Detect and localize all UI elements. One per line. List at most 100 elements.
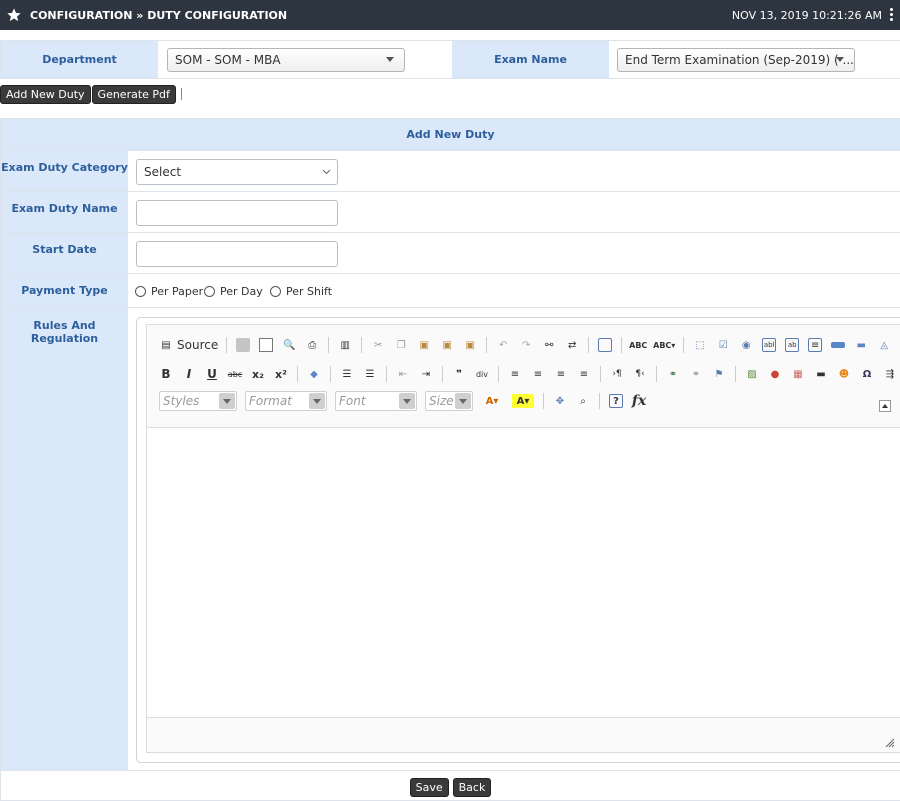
bulleted-list-icon[interactable]: ☰ bbox=[363, 367, 377, 381]
resize-handle-icon[interactable] bbox=[885, 738, 895, 748]
link-icon[interactable]: ⚭ bbox=[666, 367, 680, 381]
size-combo[interactable]: Size bbox=[425, 391, 473, 411]
paste-icon[interactable]: ▣ bbox=[417, 338, 431, 352]
italic-icon[interactable]: I bbox=[182, 367, 196, 381]
ltr-icon[interactable]: ›¶ bbox=[610, 367, 624, 381]
special-char-icon[interactable]: Ω bbox=[860, 367, 874, 381]
radio-icon[interactable]: ◉ bbox=[739, 338, 753, 352]
table-icon[interactable]: ▦ bbox=[791, 367, 805, 381]
image-button-icon[interactable]: ▬ bbox=[854, 338, 868, 352]
font-combo[interactable]: Font bbox=[335, 391, 417, 411]
rtl-icon[interactable]: ¶‹ bbox=[633, 367, 647, 381]
flash-icon[interactable]: ● bbox=[768, 367, 782, 381]
help-icon[interactable]: ? bbox=[609, 394, 623, 408]
chevron-down-icon bbox=[399, 393, 415, 409]
add-new-duty-button[interactable]: Add New Duty bbox=[0, 84, 91, 104]
star-icon[interactable] bbox=[6, 7, 22, 23]
back-button[interactable]: Back bbox=[452, 777, 492, 797]
horizontal-line-icon[interactable]: ▬ bbox=[814, 367, 828, 381]
duty-name-input[interactable] bbox=[136, 200, 338, 226]
radio-per-day[interactable]: Per Day bbox=[204, 285, 263, 298]
maximize-icon[interactable]: ✥ bbox=[553, 394, 567, 408]
toolbar-separator bbox=[621, 337, 623, 353]
remove-format-icon[interactable]: ◆ bbox=[307, 367, 321, 381]
new-page-icon[interactable] bbox=[259, 338, 274, 352]
create-div-icon[interactable]: div bbox=[475, 367, 489, 381]
toolbar-separator bbox=[361, 337, 363, 353]
numbered-list-icon[interactable]: ☰ bbox=[340, 367, 354, 381]
print-icon[interactable]: ⎙ bbox=[305, 338, 319, 352]
superscript-icon[interactable]: x² bbox=[274, 367, 288, 381]
redo-icon[interactable]: ↷ bbox=[519, 338, 533, 352]
justify-icon[interactable]: ≡ bbox=[577, 367, 591, 381]
blockquote-icon[interactable]: ❞ bbox=[452, 367, 466, 381]
radio-per-paper[interactable]: Per Paper bbox=[135, 285, 203, 298]
outdent-icon[interactable]: ⇤ bbox=[396, 367, 410, 381]
unlink-icon[interactable]: ⚭ bbox=[689, 367, 703, 381]
preview-icon[interactable]: 🔍 bbox=[282, 338, 296, 352]
chevron-down-icon bbox=[322, 169, 331, 175]
paste-word-icon[interactable]: ▣ bbox=[463, 338, 477, 352]
align-center-icon[interactable]: ≡ bbox=[531, 367, 545, 381]
save-icon[interactable] bbox=[236, 338, 251, 352]
hidden-field-icon[interactable]: ◬ bbox=[877, 338, 891, 352]
cut-icon[interactable]: ✂ bbox=[371, 338, 385, 352]
source-icon[interactable]: ▤ bbox=[159, 338, 173, 352]
start-date-input[interactable] bbox=[136, 241, 338, 267]
strikethrough-icon[interactable]: abc bbox=[228, 367, 242, 381]
category-select[interactable]: Select bbox=[136, 159, 338, 185]
background-color-icon[interactable]: A▾ bbox=[512, 394, 534, 408]
indent-icon[interactable]: ⇥ bbox=[419, 367, 433, 381]
toolbar-separator bbox=[328, 337, 330, 353]
replace-icon[interactable]: ⇄ bbox=[565, 338, 579, 352]
button-icon[interactable] bbox=[831, 342, 846, 348]
format-placeholder: Format bbox=[249, 394, 292, 408]
editor-content-area[interactable] bbox=[147, 427, 900, 718]
show-blocks-icon[interactable]: ⌕ bbox=[576, 394, 590, 408]
textarea-icon[interactable]: ab bbox=[785, 338, 800, 352]
align-right-icon[interactable]: ≡ bbox=[554, 367, 568, 381]
smiley-icon[interactable]: ☻ bbox=[837, 367, 851, 381]
collapse-toolbar-button[interactable] bbox=[879, 400, 891, 412]
radio-button[interactable] bbox=[135, 286, 146, 297]
text-color-icon[interactable]: A▾ bbox=[481, 394, 503, 408]
formula-icon[interactable]: fx bbox=[632, 393, 646, 409]
subscript-icon[interactable]: x₂ bbox=[251, 367, 265, 381]
spellcheck-icon[interactable]: ABC bbox=[629, 338, 647, 352]
underline-icon[interactable]: U bbox=[205, 367, 219, 381]
form-footer: Save Back bbox=[1, 773, 900, 801]
editor-toolbar-row-1: ▤ Source 🔍 ⎙ ▥ ✂ ❐ ▣ ▣ ▣ ↶ ↷ ⚯ ⇄ ABC ABC… bbox=[159, 335, 900, 355]
templates-icon[interactable]: ▥ bbox=[338, 338, 352, 352]
checkbox-icon[interactable]: ☑ bbox=[716, 338, 730, 352]
rules-editor: ▤ Source 🔍 ⎙ ▥ ✂ ❐ ▣ ▣ ▣ ↶ ↷ ⚯ ⇄ ABC ABC… bbox=[136, 317, 900, 763]
source-button[interactable]: Source bbox=[177, 338, 218, 352]
page-break-icon[interactable]: ⇶ bbox=[883, 367, 897, 381]
more-options-icon[interactable] bbox=[890, 8, 894, 22]
undo-icon[interactable]: ↶ bbox=[496, 338, 510, 352]
format-combo[interactable]: Format bbox=[245, 391, 327, 411]
rules-label: Rules And Regulation bbox=[1, 308, 128, 770]
image-icon[interactable]: ▨ bbox=[745, 367, 759, 381]
payment-row: Payment Type Per Paper Per Day Per Shift bbox=[1, 274, 900, 308]
align-left-icon[interactable]: ≡ bbox=[508, 367, 522, 381]
spellcheck-as-you-type-icon[interactable]: ABC▾ bbox=[653, 338, 675, 352]
radio-button[interactable] bbox=[270, 286, 281, 297]
copy-icon[interactable]: ❐ bbox=[394, 338, 408, 352]
save-button[interactable]: Save bbox=[409, 777, 449, 797]
department-select[interactable]: SOM - SOM - MBA bbox=[167, 48, 405, 72]
form-icon[interactable]: ⬚ bbox=[693, 338, 707, 352]
anchor-icon[interactable]: ⚑ bbox=[712, 367, 726, 381]
paste-text-icon[interactable]: ▣ bbox=[440, 338, 454, 352]
bold-icon[interactable]: B bbox=[159, 367, 173, 381]
select-all-icon[interactable] bbox=[598, 338, 613, 352]
styles-combo[interactable]: Styles bbox=[159, 391, 237, 411]
textfield-icon[interactable]: abl bbox=[762, 338, 777, 352]
radio-button[interactable] bbox=[204, 286, 215, 297]
find-icon[interactable]: ⚯ bbox=[542, 338, 556, 352]
category-row: Exam Duty Category Select bbox=[1, 151, 900, 192]
radio-per-shift[interactable]: Per Shift bbox=[270, 285, 332, 298]
generate-pdf-button[interactable]: Generate Pdf bbox=[91, 84, 176, 104]
toolbar-separator bbox=[486, 337, 488, 353]
exam-name-select[interactable]: End Term Examination (Sep-2019) ( ... bbox=[617, 48, 855, 72]
select-field-icon[interactable]: ≡ bbox=[808, 338, 823, 352]
